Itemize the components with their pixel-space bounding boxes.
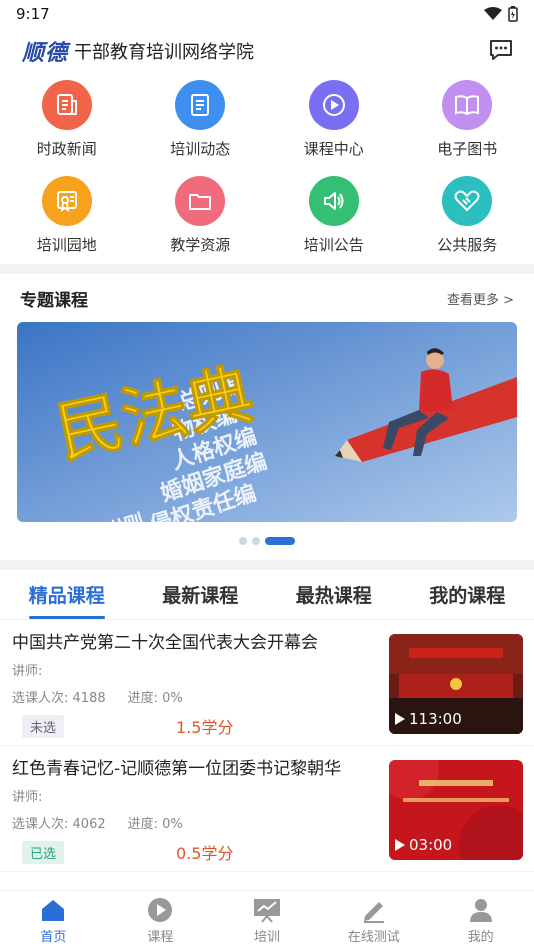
course-lecturer: 讲师: bbox=[12, 790, 43, 805]
user-icon bbox=[469, 898, 492, 922]
tab-latest-courses[interactable]: 最新课程 bbox=[134, 570, 268, 619]
menu-label: 公共服务 bbox=[437, 236, 498, 254]
handshake-icon bbox=[442, 176, 493, 226]
wifi-icon bbox=[484, 7, 502, 20]
training-board-icon bbox=[253, 898, 280, 923]
featured-header: 专题课程 查看更多 > bbox=[0, 274, 534, 322]
nav-label: 培训 bbox=[253, 929, 280, 945]
section-divider bbox=[0, 264, 534, 274]
nav-online-test[interactable]: 在线测试 bbox=[320, 891, 427, 950]
progress-label: 进度: bbox=[127, 817, 159, 832]
bottom-navigation: 首页 课程 培训 在线测试 我的 bbox=[0, 890, 534, 950]
menu-label: 培训园地 bbox=[36, 236, 97, 254]
nav-home[interactable]: 首页 bbox=[0, 891, 107, 950]
menu-label: 培训动态 bbox=[170, 140, 231, 158]
nav-label: 首页 bbox=[40, 929, 67, 945]
pagination-dot[interactable] bbox=[252, 537, 260, 545]
nav-label: 课程 bbox=[147, 929, 174, 945]
pagination-dot[interactable] bbox=[239, 537, 247, 545]
course-tabs: 精品课程 最新课程 最热课程 我的课程 bbox=[0, 570, 534, 620]
course-lecturer: 讲师: bbox=[12, 664, 43, 679]
selection-status-badge: 已选 bbox=[22, 840, 65, 864]
enroll-label: 选课人次: bbox=[12, 691, 69, 706]
progress-value: 0% bbox=[162, 691, 183, 706]
selection-status-badge: 未选 bbox=[22, 714, 65, 738]
speaker-icon bbox=[308, 176, 359, 226]
nav-profile[interactable]: 我的 bbox=[427, 891, 534, 950]
tab-premium-courses[interactable]: 精品课程 bbox=[0, 570, 134, 619]
video-duration: 03:00 bbox=[409, 836, 453, 854]
folder-icon bbox=[175, 176, 226, 226]
play-icon bbox=[395, 713, 405, 725]
play-icon bbox=[395, 839, 405, 851]
enroll-label: 选课人次: bbox=[12, 817, 69, 832]
menu-item-course-center[interactable]: 课程中心 bbox=[267, 80, 401, 168]
menu-label: 教学资源 bbox=[170, 236, 231, 254]
menu-item-training-news[interactable]: 培训动态 bbox=[134, 80, 268, 168]
course-credit: 0.5学分 bbox=[176, 844, 234, 863]
enroll-count: 4188 bbox=[72, 691, 106, 706]
battery-icon bbox=[508, 6, 518, 22]
menu-item-announcements[interactable]: 培训公告 bbox=[267, 176, 401, 264]
banner-image: 总则编 物权编 人格权编 婚姻家庭编 侵权责任编 附则 民法典 bbox=[17, 322, 517, 522]
course-title: 中国共产党第二十次全国代表大会开幕会 bbox=[12, 633, 318, 653]
nav-courses[interactable]: 课程 bbox=[107, 891, 214, 950]
menu-item-public-service[interactable]: 公共服务 bbox=[401, 176, 534, 264]
play-circle-icon bbox=[148, 897, 173, 922]
menu-label: 培训公告 bbox=[303, 236, 364, 254]
nav-label: 在线测试 bbox=[347, 929, 400, 945]
app-header: 顺德 干部教育培训网络学院 bbox=[0, 28, 534, 74]
course-thumbnail[interactable]: 03:00 bbox=[389, 760, 523, 860]
menu-label: 课程中心 bbox=[303, 140, 364, 158]
tab-hottest-courses[interactable]: 最热课程 bbox=[267, 570, 401, 619]
video-duration: 113:00 bbox=[409, 710, 462, 728]
course-credit: 1.5学分 bbox=[176, 718, 234, 737]
course-title: 红色青春记忆-记顺德第一位团委书记黎朝华 bbox=[12, 759, 342, 779]
nav-label: 我的 bbox=[467, 929, 494, 945]
progress-value: 0% bbox=[162, 817, 183, 832]
view-more-link[interactable]: 查看更多 > bbox=[447, 289, 514, 308]
tab-my-courses[interactable]: 我的课程 bbox=[401, 570, 534, 619]
section-divider bbox=[0, 560, 534, 570]
enroll-count: 4062 bbox=[72, 817, 106, 832]
status-time: 9:17 bbox=[16, 5, 50, 23]
course-list-item[interactable]: 红色青春记忆-记顺德第一位团委书记黎朝华 讲师: 选课人次: 4062 进度: … bbox=[0, 746, 534, 872]
menu-label: 电子图书 bbox=[437, 140, 498, 158]
menu-label: 时政新闻 bbox=[36, 140, 97, 158]
menu-item-teaching-resources[interactable]: 教学资源 bbox=[134, 176, 268, 264]
app-title: 干部教育培训网络学院 bbox=[74, 42, 255, 63]
featured-title: 专题课程 bbox=[20, 290, 88, 311]
play-circle-icon bbox=[308, 80, 359, 130]
status-bar: 9:17 bbox=[0, 0, 534, 28]
progress-label: 进度: bbox=[127, 691, 159, 706]
document-icon bbox=[175, 80, 226, 130]
pagination-dot-active[interactable] bbox=[265, 537, 295, 545]
message-icon[interactable] bbox=[488, 38, 514, 62]
menu-item-ebooks[interactable]: 电子图书 bbox=[401, 80, 534, 168]
certificate-icon bbox=[41, 176, 92, 226]
menu-item-training-garden[interactable]: 培训园地 bbox=[0, 176, 134, 264]
book-icon bbox=[442, 80, 493, 130]
app-logo: 顺德 bbox=[22, 40, 69, 66]
nav-training[interactable]: 培训 bbox=[214, 891, 321, 950]
menu-item-news[interactable]: 时政新闻 bbox=[0, 80, 134, 168]
quick-menu-grid: 时政新闻 培训动态 课程中心 电子图书 培训园地 教学资源 培训公告 公共服务 bbox=[0, 74, 534, 264]
course-list-item[interactable]: 中国共产党第二十次全国代表大会开幕会 讲师: 选课人次: 4188 进度: 0%… bbox=[0, 620, 534, 746]
news-icon bbox=[41, 80, 92, 130]
course-thumbnail[interactable]: 113:00 bbox=[389, 634, 523, 734]
banner-pagination bbox=[0, 522, 534, 560]
home-icon bbox=[42, 899, 65, 921]
pencil-icon bbox=[363, 901, 384, 923]
featured-banner[interactable]: 总则编 物权编 人格权编 婚姻家庭编 侵权责任编 附则 民法典 bbox=[17, 322, 517, 522]
